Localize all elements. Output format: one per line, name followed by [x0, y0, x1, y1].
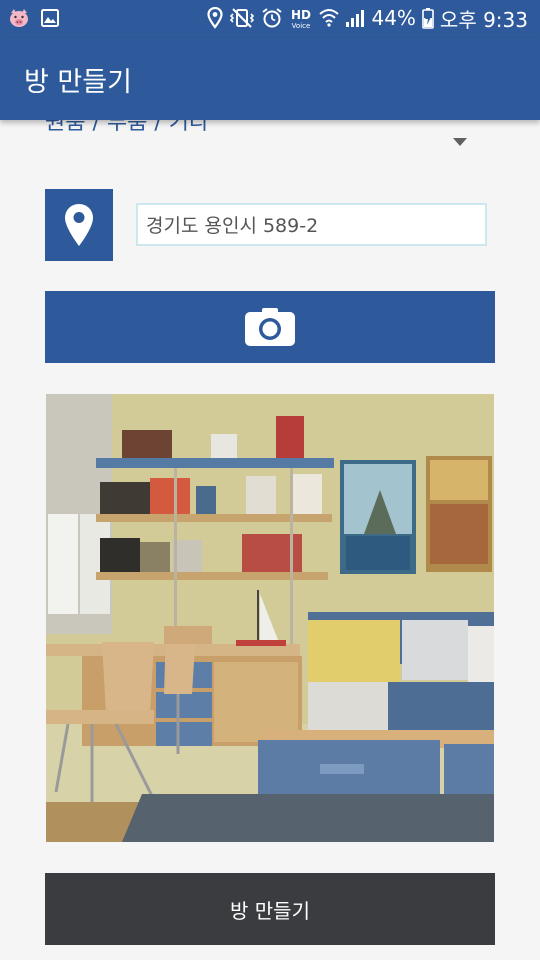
camera-button[interactable] [45, 291, 495, 363]
wifi-icon [319, 7, 340, 29]
room-photo-image [46, 394, 494, 842]
room-type-spinner-text: 원룸 / 투룸 / 기타 [45, 120, 210, 135]
signal-icon [345, 8, 365, 28]
camera-icon [245, 308, 295, 346]
status-time: 오후 9:33 [439, 7, 528, 32]
battery-percent: 44% [371, 6, 416, 30]
status-left-icons [8, 6, 60, 30]
dropdown-arrow-icon [453, 138, 467, 146]
create-room-button[interactable]: 방 만들기 [45, 873, 495, 945]
battery-charging-icon [422, 7, 434, 29]
room-photo[interactable] [46, 394, 494, 842]
pig-app-icon [8, 7, 30, 29]
app-bar: 방 만들기 [0, 38, 540, 120]
room-form: 원룸 / 투룸 / 기타 경기도 용인시 589-2 방 만들기 [0, 120, 540, 960]
vibrate-mute-icon [229, 7, 255, 29]
gallery-icon [40, 8, 60, 28]
address-input[interactable] [136, 203, 487, 246]
location-icon [207, 7, 224, 29]
create-room-button-label: 방 만들기 [230, 898, 310, 923]
hd-label: HD [291, 8, 311, 22]
voice-label: Voice [292, 22, 311, 30]
status-bar: HD Voice 44% 오후 9:33 [0, 0, 540, 38]
hd-voice-badge: HD Voice [289, 6, 313, 30]
status-right-icons: HD Voice 44% 오후 9:33 [207, 4, 528, 32]
alarm-icon [261, 7, 283, 29]
map-marker-icon [65, 204, 93, 246]
location-button[interactable] [45, 189, 113, 261]
page-title: 방 만들기 [24, 67, 132, 98]
room-type-spinner[interactable]: 원룸 / 투룸 / 기타 [45, 120, 495, 160]
